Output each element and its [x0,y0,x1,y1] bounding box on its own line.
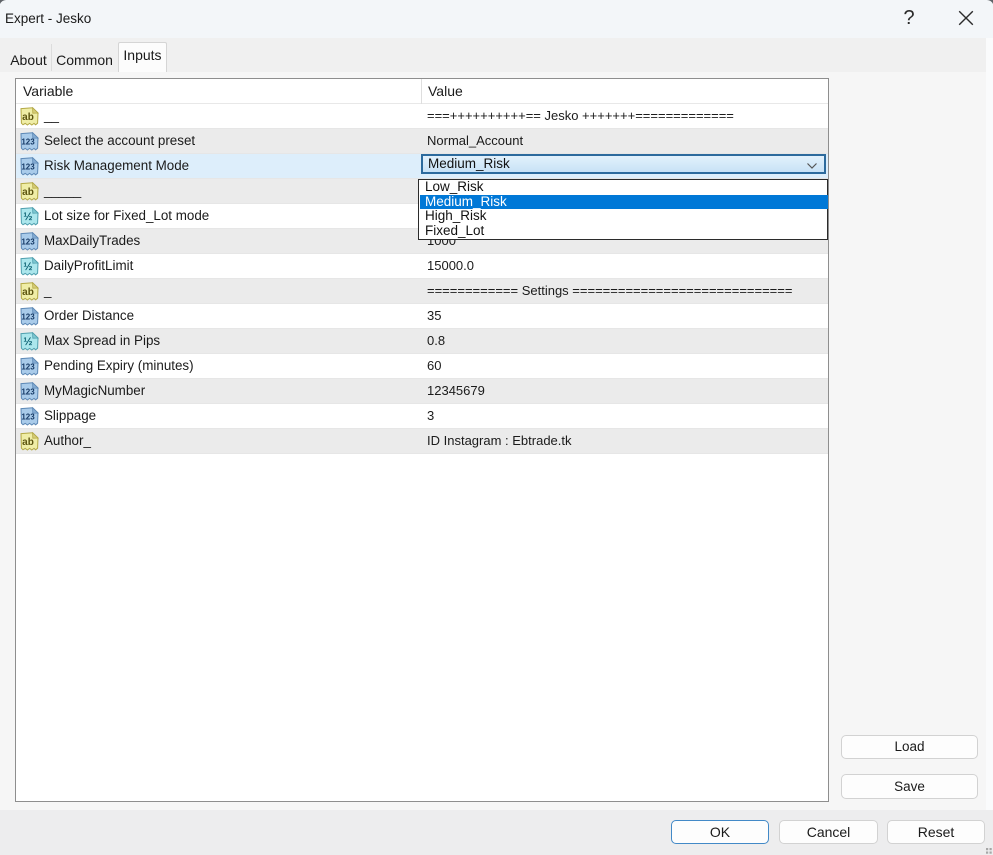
svg-text:ab: ab [22,187,34,198]
svg-text:123: 123 [21,413,35,422]
svg-text:½: ½ [23,336,32,348]
svg-text:ab: ab [22,112,34,123]
svg-text:123: 123 [21,313,35,322]
svg-text:123: 123 [21,138,35,147]
svg-text:123: 123 [21,238,35,247]
svg-text:123: 123 [21,163,35,172]
svg-text:ab: ab [22,287,34,298]
svg-text:½: ½ [23,211,32,223]
svg-text:123: 123 [21,388,35,397]
svg-text:123: 123 [21,363,35,372]
svg-text:ab: ab [22,437,34,448]
svg-text:½: ½ [23,261,32,273]
